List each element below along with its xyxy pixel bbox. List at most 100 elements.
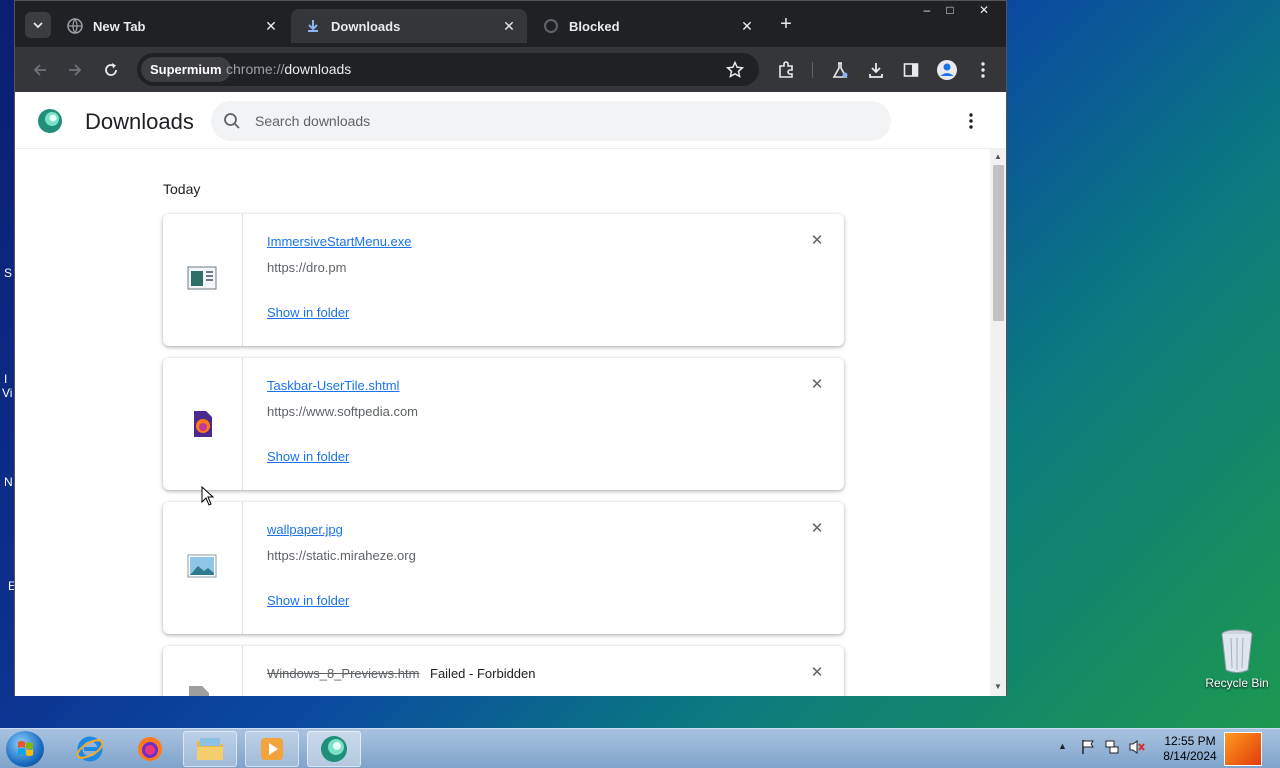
source-url: https://www.softpedia.com xyxy=(267,404,419,419)
source-url: https://dro.pm xyxy=(267,260,347,275)
scroll-up-arrow-icon[interactable]: ▲ xyxy=(993,152,1003,162)
network-icon[interactable] xyxy=(1104,739,1122,757)
file-name-link[interactable]: Taskbar-UserTile.shtml xyxy=(267,378,399,393)
image-file-icon xyxy=(187,553,217,583)
tab-blocked[interactable]: Blocked ✕ xyxy=(529,9,765,43)
page-menu-button[interactable] xyxy=(961,110,981,132)
remove-from-list-button[interactable]: ✕ xyxy=(809,520,825,537)
recycle-bin-icon xyxy=(1220,628,1254,673)
download-item: Taskbar-UserTile.shtml https://www.softp… xyxy=(163,358,844,490)
show-in-folder-link[interactable]: Show in folder xyxy=(267,449,349,464)
download-icon xyxy=(305,18,321,34)
file-name-link[interactable]: wallpaper.jpg xyxy=(267,522,343,537)
clock-date: 8/14/2024 xyxy=(1163,749,1217,763)
file-icon-column xyxy=(163,646,243,696)
date-group-label: Today xyxy=(163,181,201,197)
recycle-bin[interactable]: Recycle Bin xyxy=(1200,628,1274,690)
download-status: Failed - Forbidden xyxy=(430,666,536,681)
firefox-icon xyxy=(138,737,162,761)
scroll-thumb[interactable] xyxy=(993,165,1004,321)
url-scheme: chrome:// xyxy=(226,61,285,77)
firefox-html-icon xyxy=(187,409,217,439)
search-input[interactable] xyxy=(255,101,855,141)
close-icon[interactable]: ✕ xyxy=(739,18,755,34)
exe-file-icon xyxy=(187,265,217,295)
desktop-icon-label-fragment: N xyxy=(4,475,13,489)
start-button[interactable] xyxy=(6,731,44,767)
reload-button[interactable] xyxy=(99,58,123,82)
taskbar: ▲ 12:55 PM 8/14/2024 xyxy=(0,728,1280,768)
forward-button[interactable] xyxy=(63,58,87,82)
url-text[interactable]: chrome://downloads xyxy=(226,61,351,77)
taskbar-media-player[interactable] xyxy=(245,731,299,767)
folder-icon xyxy=(197,738,223,760)
show-in-folder-link[interactable]: Show in folder xyxy=(267,305,349,320)
taskbar-file-explorer[interactable] xyxy=(183,731,237,767)
user-tile-thumbnail[interactable] xyxy=(1224,732,1262,766)
scroll-down-arrow-icon[interactable]: ▼ xyxy=(993,682,1003,692)
search-box[interactable] xyxy=(211,101,891,141)
download-icon xyxy=(869,63,883,78)
flask-icon xyxy=(832,62,848,78)
tab-strip: New Tab ✕ Downloads ✕ Blocked ✕ + – □ ✕ xyxy=(15,1,1006,47)
maximize-button[interactable]: □ xyxy=(935,1,965,19)
remove-from-list-button[interactable]: ✕ xyxy=(809,664,825,681)
extensions-button[interactable] xyxy=(774,58,798,82)
close-icon[interactable]: ✕ xyxy=(501,18,517,34)
address-bar[interactable]: Supermium chrome://downloads xyxy=(137,53,759,86)
side-panel-button[interactable] xyxy=(899,58,923,82)
profile-button[interactable] xyxy=(935,58,959,82)
show-in-folder-link[interactable]: Show in folder xyxy=(267,593,349,608)
tab-new-tab[interactable]: New Tab ✕ xyxy=(53,9,289,43)
toolbar: Supermium chrome://downloads xyxy=(15,47,1006,92)
file-name-failed: Windows_8_Previews.htm xyxy=(267,666,420,681)
reload-icon xyxy=(105,63,117,76)
puzzle-icon xyxy=(779,61,793,78)
loading-spinner-icon xyxy=(543,18,559,34)
globe-icon xyxy=(67,18,83,34)
file-icon-column xyxy=(163,502,243,634)
action-center-flag-icon[interactable] xyxy=(1080,739,1098,757)
url-host: downloads xyxy=(284,61,352,77)
back-button[interactable] xyxy=(28,58,52,82)
browser-window: New Tab ✕ Downloads ✕ Blocked ✕ + – □ ✕ xyxy=(14,0,1007,696)
tab-title: Blocked xyxy=(569,18,620,34)
recycle-bin-label: Recycle Bin xyxy=(1205,676,1269,690)
arrow-right-icon xyxy=(69,64,82,76)
labs-button[interactable] xyxy=(828,58,852,82)
file-icon-column xyxy=(163,358,243,490)
downloads-toolbar-button[interactable] xyxy=(864,58,888,82)
close-window-button[interactable]: ✕ xyxy=(967,1,1001,19)
arrow-left-icon xyxy=(33,64,46,76)
supermium-logo-icon xyxy=(37,108,63,134)
avatar-icon xyxy=(937,60,957,80)
browser-menu-button[interactable] xyxy=(971,58,995,82)
source-url: https://static.miraheze.org xyxy=(267,548,416,563)
remove-from-list-button[interactable]: ✕ xyxy=(809,376,825,393)
media-player-icon xyxy=(261,738,283,760)
new-tab-button[interactable]: + xyxy=(775,14,797,36)
close-icon[interactable]: ✕ xyxy=(263,18,279,34)
bookmark-star-icon[interactable] xyxy=(725,60,745,84)
show-hidden-icons-icon[interactable]: ▲ xyxy=(1058,741,1076,759)
taskbar-internet-explorer[interactable] xyxy=(63,731,117,767)
taskbar-supermium[interactable] xyxy=(307,731,361,767)
tab-search-button[interactable] xyxy=(25,12,51,38)
desktop-icon-label-fragment: Vi xyxy=(2,386,13,400)
volume-muted-icon[interactable] xyxy=(1128,739,1146,757)
desktop-icon-label-fragment: I xyxy=(4,372,8,386)
scrollbar[interactable]: ▲ ▼ xyxy=(990,149,1006,696)
internet-explorer-icon xyxy=(76,736,104,762)
tab-title: Downloads xyxy=(331,18,401,34)
file-name-link[interactable]: ImmersiveStartMenu.exe xyxy=(267,234,412,249)
download-item: ImmersiveStartMenu.exe https://dro.pm Sh… xyxy=(163,214,844,346)
taskbar-firefox[interactable] xyxy=(123,731,177,767)
tab-downloads[interactable]: Downloads ✕ xyxy=(291,9,527,43)
side-panel-icon xyxy=(903,63,919,77)
site-chip[interactable]: Supermium xyxy=(141,57,231,82)
remove-from-list-button[interactable]: ✕ xyxy=(809,232,825,249)
system-clock[interactable]: 12:55 PM 8/14/2024 xyxy=(1160,734,1220,764)
tab-title: New Tab xyxy=(93,18,146,34)
desktop-icon-label-fragment: S xyxy=(4,266,13,280)
download-item: wallpaper.jpg https://static.miraheze.or… xyxy=(163,502,844,634)
